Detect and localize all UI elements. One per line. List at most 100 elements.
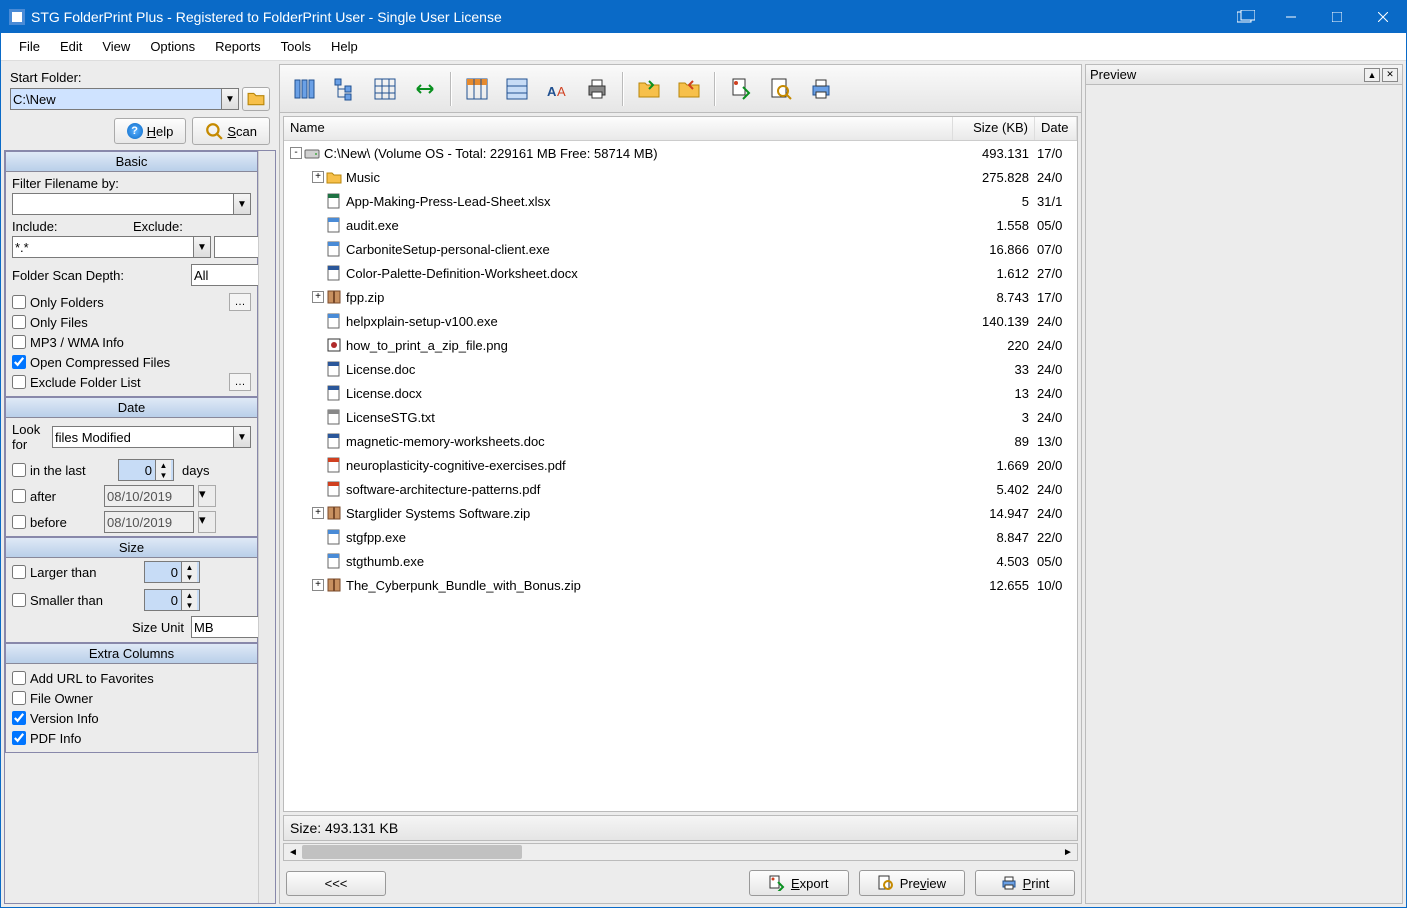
before-check[interactable] <box>12 515 26 529</box>
exclude-list-more[interactable]: … <box>229 373 251 391</box>
tb-folder-in-icon[interactable] <box>630 70 668 108</box>
file-row[interactable]: audit.exe1.55805/0 <box>284 213 1077 237</box>
menu-view[interactable]: View <box>92 36 140 57</box>
exclude-combo[interactable]: ▼ <box>214 236 258 258</box>
addurl-check[interactable] <box>12 671 26 685</box>
menu-tools[interactable]: Tools <box>271 36 321 57</box>
tb-export-icon[interactable] <box>722 70 760 108</box>
tb-preview-icon[interactable] <box>762 70 800 108</box>
hscroll-thumb[interactable] <box>302 845 522 859</box>
col-date[interactable]: Date <box>1035 117 1077 140</box>
expand-toggle[interactable]: + <box>312 291 324 303</box>
after-check[interactable] <box>12 489 26 503</box>
version-check[interactable] <box>12 711 26 725</box>
browse-folder-button[interactable] <box>242 87 270 111</box>
expand-toggle[interactable]: - <box>290 147 302 159</box>
hscrollbar[interactable]: ◄ ► <box>283 843 1078 861</box>
tb-columns-icon[interactable] <box>286 70 324 108</box>
inlast-check[interactable] <box>12 463 26 477</box>
mp3-check[interactable] <box>12 335 26 349</box>
include-combo[interactable]: ▼ <box>12 236 211 258</box>
file-row[interactable]: stgthumb.exe4.50305/0 <box>284 549 1077 573</box>
file-row[interactable]: LicenseSTG.txt324/0 <box>284 405 1077 429</box>
file-row[interactable]: software-architecture-patterns.pdf5.4022… <box>284 477 1077 501</box>
menu-reports[interactable]: Reports <box>205 36 271 57</box>
depth-combo[interactable]: ▼ <box>191 264 251 286</box>
minimize-button[interactable] <box>1268 1 1314 33</box>
tb-table-icon[interactable] <box>498 70 536 108</box>
pdf-check[interactable] <box>12 731 26 745</box>
preview-close-button[interactable]: ✕ <box>1382 68 1398 82</box>
tb-fit-icon[interactable] <box>406 70 444 108</box>
tb-font-icon[interactable]: AA <box>538 70 576 108</box>
file-row[interactable]: License.doc3324/0 <box>284 357 1077 381</box>
scroll-right-button[interactable]: ► <box>1059 844 1077 860</box>
help-button[interactable]: ? Help <box>114 118 187 144</box>
file-row[interactable]: CarboniteSetup-personal-client.exe16.866… <box>284 237 1077 261</box>
smaller-check[interactable] <box>12 593 26 607</box>
col-name[interactable]: Name <box>284 117 953 140</box>
only-folders-check[interactable] <box>12 295 26 309</box>
menu-options[interactable]: Options <box>140 36 205 57</box>
open-compressed-check[interactable] <box>12 355 26 369</box>
chevron-down-icon[interactable]: ▾ <box>198 511 216 533</box>
expand-toggle[interactable]: + <box>312 171 324 183</box>
file-row[interactable]: how_to_print_a_zip_file.png22024/0 <box>284 333 1077 357</box>
maximize-button[interactable] <box>1314 1 1360 33</box>
file-row[interactable]: neuroplasticity-cognitive-exercises.pdf1… <box>284 453 1077 477</box>
file-row[interactable]: -C:\New\ (Volume OS - Total: 229161 MB F… <box>284 141 1077 165</box>
close-button[interactable] <box>1360 1 1406 33</box>
file-row[interactable]: +fpp.zip8.74317/0 <box>284 285 1077 309</box>
file-row[interactable]: +The_Cyberpunk_Bundle_with_Bonus.zip12.6… <box>284 573 1077 597</box>
chevron-down-icon[interactable]: ▼ <box>221 88 239 110</box>
print-button[interactable]: Print <box>975 870 1075 896</box>
spin-up[interactable]: ▲ <box>156 460 171 470</box>
menu-help[interactable]: Help <box>321 36 368 57</box>
tb-table-color-icon[interactable] <box>458 70 496 108</box>
tb-printer-icon[interactable] <box>578 70 616 108</box>
filter-combo[interactable]: ▼ <box>12 193 251 215</box>
tb-folder-out-icon[interactable] <box>670 70 708 108</box>
export-button[interactable]: Export <box>749 870 849 896</box>
larger-check[interactable] <box>12 565 26 579</box>
unit-combo[interactable]: ▼ <box>191 616 251 638</box>
expand-toggle[interactable]: + <box>312 507 324 519</box>
col-size[interactable]: Size (KB) <box>953 117 1035 140</box>
smaller-spinner[interactable]: ▲▼ <box>144 589 200 611</box>
menu-file[interactable]: File <box>9 36 50 57</box>
scroll-left-button[interactable]: ◄ <box>284 844 302 860</box>
lookfor-combo[interactable]: ▼ <box>52 426 251 448</box>
file-row[interactable]: Color-Palette-Definition-Worksheet.docx1… <box>284 261 1077 285</box>
preview-collapse-button[interactable]: ▲ <box>1364 68 1380 82</box>
file-row[interactable]: +Music275.82824/0 <box>284 165 1077 189</box>
chevron-down-icon[interactable]: ▾ <box>198 485 216 507</box>
tb-print-icon[interactable] <box>802 70 840 108</box>
chevron-down-icon[interactable]: ▼ <box>233 193 251 215</box>
inlast-spinner[interactable]: ▲▼ <box>118 459 174 481</box>
larger-spinner[interactable]: ▲▼ <box>144 561 200 583</box>
start-folder-input[interactable] <box>10 88 221 110</box>
after-date[interactable] <box>104 485 194 507</box>
chevron-down-icon[interactable]: ▼ <box>193 236 211 258</box>
file-row[interactable]: magnetic-memory-worksheets.doc8913/0 <box>284 429 1077 453</box>
file-row[interactable]: stgfpp.exe8.84722/0 <box>284 525 1077 549</box>
spin-down[interactable]: ▼ <box>156 470 171 480</box>
menu-edit[interactable]: Edit <box>50 36 92 57</box>
scan-button[interactable]: Scan <box>192 117 270 145</box>
back-button[interactable]: <<< <box>286 871 386 896</box>
owner-check[interactable] <box>12 691 26 705</box>
expand-toggle[interactable]: + <box>312 579 324 591</box>
file-row[interactable]: helpxplain-setup-v100.exe140.13924/0 <box>284 309 1077 333</box>
only-folders-more[interactable]: … <box>229 293 251 311</box>
tb-grid-icon[interactable] <box>366 70 404 108</box>
file-row[interactable]: License.docx1324/0 <box>284 381 1077 405</box>
preview-button[interactable]: Preview <box>859 870 965 896</box>
file-row[interactable]: +Starglider Systems Software.zip14.94724… <box>284 501 1077 525</box>
chevron-down-icon[interactable]: ▼ <box>233 426 251 448</box>
file-list[interactable]: -C:\New\ (Volume OS - Total: 229161 MB F… <box>284 141 1077 811</box>
start-folder-combo[interactable]: ▼ <box>10 88 239 110</box>
tb-tree-icon[interactable] <box>326 70 364 108</box>
file-row[interactable]: App-Making-Press-Lead-Sheet.xlsx531/1 <box>284 189 1077 213</box>
only-files-check[interactable] <box>12 315 26 329</box>
exclude-list-check[interactable] <box>12 375 26 389</box>
